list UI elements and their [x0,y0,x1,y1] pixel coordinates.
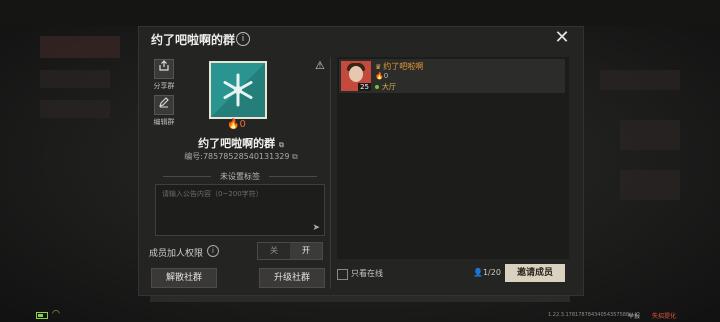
background-item [40,100,110,118]
only-online-label[interactable]: 只看在线 [351,268,383,279]
member-name: ♛ 约了吧啦啊 [375,61,423,72]
warning-icon[interactable]: ⚠ [315,59,325,72]
toggle-off[interactable]: 关 [258,243,290,259]
background-item [620,120,680,150]
member-heat-value: 0 [383,72,389,80]
flame-icon: 🔥 [375,72,384,80]
online-dot-icon [375,85,379,89]
member-count: 👤1/20 [473,268,501,277]
status-bar: ◠ 1.22.3.17817878434054357588 举报 失招提化 [0,306,720,322]
background-item [620,170,680,200]
group-heat: 🔥0 [227,119,246,130]
group-id-text: 编号:78578528540131329 [184,152,290,161]
member-list[interactable]: 25 ♛ 约了吧啦啊 🔥0 大厅 [337,57,569,259]
member-level: 25 [358,83,371,91]
avatar[interactable]: 25 [341,61,371,91]
panel-divider [330,57,331,289]
dissolve-group-button[interactable]: 解散社群 [151,268,217,288]
background-item [600,70,680,90]
notice-placeholder: 请输入公告内容（0~200字符） [162,190,263,198]
edit-group-button[interactable]: 编辑群 [149,95,179,127]
share-icon [154,59,174,79]
member-location-text: 大厅 [382,83,396,91]
tag-divider: 未设置标签 [155,171,325,181]
members-panel: 25 ♛ 约了吧啦啊 🔥0 大厅 只看在线 👤1/20 邀请成员 [337,57,569,289]
edit-label: 编辑群 [153,118,175,126]
group-name-text: 约了吧啦啊的群 [198,137,276,150]
edit-icon [154,95,174,115]
dialog-title: 约了吧啦啊的群 [151,33,236,47]
toggle-on[interactable]: 开 [290,243,322,259]
group-dialog: 约了吧啦啊的群 i ✕ 分享群 编辑群 ⚠ 🔥0 约了吧啦啊的群 ⧉ 编号:78… [138,26,584,296]
list-item[interactable]: 25 ♛ 约了吧啦啊 🔥0 大厅 [339,59,565,93]
invite-members-button[interactable]: 邀请成员 [505,264,565,282]
permission-label: 成员加人权限 [149,249,204,259]
flame-icon: 🔥 [227,119,240,130]
crown-icon: ♛ [375,63,382,71]
info-icon[interactable]: i [236,32,250,46]
group-avatar[interactable] [209,61,267,119]
background-bottom-strip [150,296,570,302]
member-location: 大厅 [375,82,396,92]
avatar-face [349,66,363,82]
share-group-button[interactable]: 分享群 [149,59,179,91]
group-info-panel: 分享群 编辑群 ⚠ 🔥0 约了吧啦啊的群 ⧉ 编号:78578528540131… [149,57,333,288]
copy-id-icon[interactable]: ⧉ [292,152,298,161]
snowflake-icon [211,63,265,117]
notice-input[interactable]: 请输入公告内容（0~200字符） ➤ [155,184,325,236]
member-heat: 🔥0 [375,72,388,80]
background-item [40,70,110,88]
member-count-text: 1/20 [482,268,501,277]
group-id: 编号:78578528540131329 ⧉ [149,151,333,162]
share-label: 分享群 [153,82,175,90]
permission-info-icon[interactable]: i [207,245,219,257]
wifi-icon: ◠ [52,309,60,319]
battery-icon [36,312,48,319]
close-button[interactable]: ✕ [553,29,571,47]
group-name: 约了吧啦啊的群 ⧉ [149,135,333,151]
copy-icon[interactable]: ⧉ [279,141,284,149]
send-icon[interactable]: ➤ [312,223,320,233]
tag-heading[interactable]: 未设置标签 [155,171,325,182]
background-top-bar [0,0,720,26]
heat-value: 0 [239,119,246,130]
upgrade-group-button[interactable]: 升级社群 [259,268,325,288]
dialog-header: 约了吧啦啊的群 i ✕ [139,27,583,53]
permission-toggle[interactable]: 关 开 [257,242,323,260]
feedback-link[interactable]: 失招提化 [652,311,676,320]
background-button [40,36,120,58]
report-link[interactable]: 举报 [628,311,640,320]
version-text: 1.22.3.17817878434054357588 [548,312,630,318]
person-icon: 👤 [473,268,483,277]
only-online-checkbox[interactable] [337,269,348,280]
member-name-text: 约了吧啦啊 [383,62,424,71]
